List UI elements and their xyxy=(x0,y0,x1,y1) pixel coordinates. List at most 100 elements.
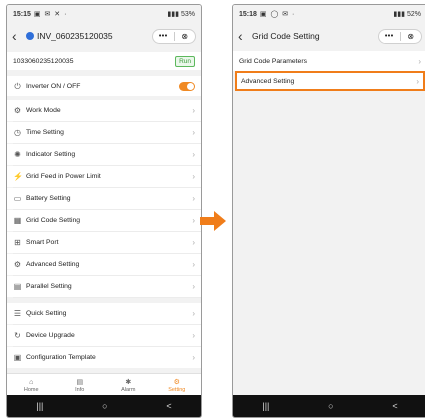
menu-item-quick-setting[interactable]: ☰ Quick Setting › xyxy=(7,303,201,324)
menu-item-smart-port[interactable]: ⊞ Smart Port › xyxy=(7,232,201,253)
status-time: 15:18 xyxy=(239,10,257,18)
chevron-right-icon: › xyxy=(192,128,195,137)
menu-item-label: Device Upgrade xyxy=(26,332,75,339)
page-title: INV_060235120035 xyxy=(37,31,113,41)
time-setting-icon: ◷ xyxy=(14,128,21,137)
menu-item-parallel-setting[interactable]: ▤ Parallel Setting › xyxy=(7,276,201,297)
advanced-setting-icon: ⚙ xyxy=(13,260,22,269)
status-time: 15:15 xyxy=(13,10,31,18)
chevron-right-icon: › xyxy=(192,353,195,362)
divider xyxy=(13,297,201,298)
indicator-setting-icon: ✺ xyxy=(14,150,21,159)
recent-apps-button[interactable]: ||| xyxy=(262,401,269,411)
menu-item-indicator-setting[interactable]: ✺ Indicator Setting › xyxy=(7,144,201,165)
menu-item-label: Time Setting xyxy=(26,129,64,136)
inverter-toggle[interactable] xyxy=(179,81,195,91)
recent-apps-button[interactable]: ||| xyxy=(36,401,43,411)
home-icon: ⌂ xyxy=(29,378,34,386)
home-button[interactable]: ○ xyxy=(328,401,333,411)
more-button[interactable]: ••• xyxy=(379,33,400,40)
notification-icons: ▣ ✉ ✕ · xyxy=(33,11,68,18)
menu-item-work-mode[interactable]: ⚙ Work Mode › xyxy=(7,100,201,121)
menu-item-label: Grid Code Parameters xyxy=(239,57,307,65)
tab-bar: ⌂ Home ▤ Info ✱ Alarm ⚙ Setting xyxy=(7,373,201,396)
grid-code-setting-icon: ▦ xyxy=(13,216,22,225)
chevron-right-icon: › xyxy=(192,106,195,115)
close-button[interactable]: ⊗ xyxy=(401,32,422,41)
status-bar: 15:18 ▣ ◯ ✉ · ▮▮▮ 52% xyxy=(233,5,425,23)
back-button[interactable]: < xyxy=(166,401,171,411)
menu-item-label: Smart Port xyxy=(26,239,59,246)
menu-item-label: Work Mode xyxy=(26,107,61,114)
menu-item-label: Indicator Setting xyxy=(26,151,76,158)
menu-item-battery-setting[interactable]: ▭ Battery Setting › xyxy=(7,188,201,209)
menu-item-label: Grid Code Setting xyxy=(26,217,81,224)
page-title: Grid Code Setting xyxy=(252,31,320,41)
menu-item-device-upgrade[interactable]: ↻ Device Upgrade › xyxy=(7,325,201,346)
battery-level: 53% xyxy=(180,10,195,18)
chevron-right-icon: › xyxy=(192,260,195,269)
gear-icon: ⚙ xyxy=(173,378,180,386)
tab-home[interactable]: ⌂ Home xyxy=(7,374,56,396)
status-bar: 15:15 ▣ ✉ ✕ · ▮▮▮ 53% xyxy=(7,5,201,23)
battery-setting-icon: ▭ xyxy=(13,194,22,203)
chevron-right-icon: › xyxy=(192,150,195,159)
status-badge: Run xyxy=(175,55,195,67)
device-upgrade-icon: ↻ xyxy=(14,331,21,340)
quick-setting-icon: ☰ xyxy=(13,309,22,318)
menu-item-label: Advanced Setting xyxy=(26,261,80,268)
battery-level: 52% xyxy=(406,10,421,18)
system-nav-bar: ||| ○ < xyxy=(233,395,425,417)
menu-item-label: Advanced Setting xyxy=(241,77,295,85)
device-icon xyxy=(26,32,34,40)
menu-item-advanced-setting[interactable]: Advanced Setting › xyxy=(235,71,425,91)
alarm-icon: ✱ xyxy=(125,378,132,386)
menu-item-label: Parallel Setting xyxy=(26,283,72,290)
signal-icon: ▮▮▮ xyxy=(393,11,405,18)
chevron-right-icon: › xyxy=(416,76,419,86)
close-button[interactable]: ⊗ xyxy=(175,32,196,41)
system-nav-bar: ||| ○ < xyxy=(7,395,201,417)
chevron-right-icon: › xyxy=(192,194,195,203)
serial-number: 1033060235120035 xyxy=(13,57,74,65)
miniprogram-capsule: ••• ⊗ xyxy=(152,28,196,44)
work-mode-icon: ⚙ xyxy=(13,106,22,115)
page-header: ‹ INV_060235120035 ••• ⊗ xyxy=(7,23,201,49)
tab-info[interactable]: ▤ Info xyxy=(56,374,105,396)
phone-screen-grid-code-setting: 15:18 ▣ ◯ ✉ · ▮▮▮ 52% ‹ Grid Code Settin… xyxy=(232,4,425,418)
inverter-toggle-label: Inverter ON / OFF xyxy=(26,82,81,90)
menu-item-label: Grid Feed in Power Limit xyxy=(26,173,101,180)
chevron-right-icon: › xyxy=(192,309,195,318)
menu-item-label: Battery Setting xyxy=(26,195,71,202)
configuration-template-icon: ▣ xyxy=(13,353,22,362)
back-icon[interactable]: ‹ xyxy=(238,28,250,44)
menu-item-configuration-template[interactable]: ▣ Configuration Template › xyxy=(7,347,201,368)
inverter-toggle-row: ⏻ Inverter ON / OFF xyxy=(7,76,201,96)
miniprogram-capsule: ••• ⊗ xyxy=(378,28,422,44)
menu-item-advanced-setting[interactable]: ⚙ Advanced Setting › xyxy=(7,254,201,275)
back-icon[interactable]: ‹ xyxy=(12,28,24,44)
menu-item-label: Configuration Template xyxy=(26,354,96,361)
power-icon: ⏻ xyxy=(14,81,21,91)
menu-item-grid-feed-in-power-limit[interactable]: ⚡ Grid Feed in Power Limit › xyxy=(7,166,201,187)
signal-icon: ▮▮▮ xyxy=(167,11,179,18)
menu-item-grid-code-parameters[interactable]: Grid Code Parameters › xyxy=(233,51,425,71)
arrow-right-icon xyxy=(200,211,226,231)
home-button[interactable]: ○ xyxy=(102,401,107,411)
chevron-right-icon: › xyxy=(418,56,421,66)
serial-row: 1033060235120035 Run xyxy=(7,52,201,70)
menu-item-grid-code-setting[interactable]: ▦ Grid Code Setting › xyxy=(7,210,201,231)
chevron-right-icon: › xyxy=(192,331,195,340)
chevron-right-icon: › xyxy=(192,172,195,181)
back-button[interactable]: < xyxy=(392,401,397,411)
tab-setting[interactable]: ⚙ Setting xyxy=(153,374,202,396)
parallel-setting-icon: ▤ xyxy=(13,282,22,291)
more-button[interactable]: ••• xyxy=(153,33,174,40)
menu-item-label: Quick Setting xyxy=(26,310,67,317)
tab-alarm[interactable]: ✱ Alarm xyxy=(104,374,153,396)
page-header: ‹ Grid Code Setting ••• ⊗ xyxy=(233,23,425,49)
menu-item-time-setting[interactable]: ◷ Time Setting › xyxy=(7,122,201,143)
grid-feed-in-power-limit-icon: ⚡ xyxy=(13,172,23,181)
info-icon: ▤ xyxy=(76,378,84,386)
phone-screen-inverter-settings: 15:15 ▣ ✉ ✕ · ▮▮▮ 53% ‹ INV_060235120035… xyxy=(6,4,202,418)
